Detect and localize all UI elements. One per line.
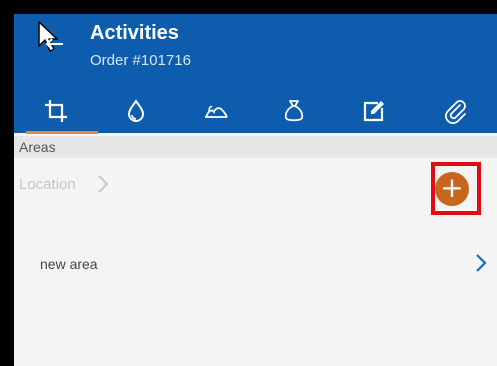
order-number: Order #101716 [90, 52, 191, 69]
active-tab-indicator [26, 131, 98, 134]
sack-bag-icon [284, 99, 304, 121]
tab-attachments[interactable] [426, 88, 486, 133]
area-name: new area [40, 256, 98, 272]
section-header: Areas [14, 136, 497, 158]
cursor-arrow-back-icon[interactable] [36, 20, 66, 60]
water-drop-icon [127, 98, 145, 122]
tab-water[interactable] [106, 88, 166, 133]
tab-sack[interactable] [264, 88, 324, 133]
page-title: Activities [90, 22, 179, 44]
field-hills-icon [205, 105, 228, 118]
chevron-right-icon [476, 254, 487, 272]
edit-note-icon [363, 100, 384, 121]
tab-notes[interactable] [344, 88, 404, 133]
crop-icon [45, 99, 67, 122]
list-item[interactable]: new area [14, 232, 497, 276]
chevron-right-icon [98, 175, 109, 193]
tab-bar [14, 88, 497, 133]
plus-icon: + [440, 171, 464, 204]
header-bar: Activities Order #101716 [14, 14, 497, 133]
paperclip-attachment-icon [445, 99, 466, 124]
section-title: Areas [19, 139, 56, 155]
app-screen: Activities Order #101716 Areas Location … [14, 14, 497, 366]
location-label: Location [19, 176, 76, 193]
tab-crop[interactable] [26, 88, 86, 133]
tab-field[interactable] [186, 88, 246, 133]
screen-frame: Activities Order #101716 Areas Location … [0, 0, 497, 366]
location-row[interactable]: Location [14, 158, 497, 206]
add-area-button[interactable]: + [435, 172, 469, 206]
